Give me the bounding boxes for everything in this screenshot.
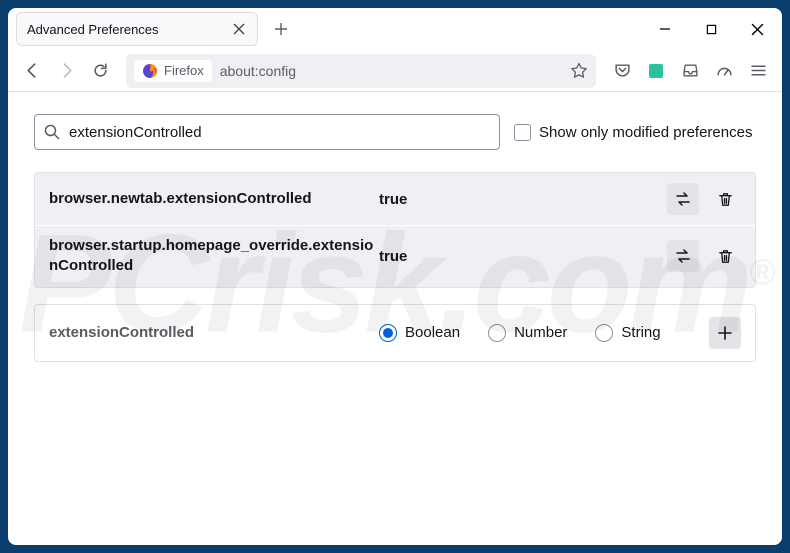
search-icon	[43, 123, 61, 141]
inbox-icon[interactable]	[674, 55, 706, 87]
add-preference-button[interactable]	[709, 317, 741, 349]
titlebar: Advanced Preferences	[8, 8, 782, 50]
extension-icon[interactable]	[640, 55, 672, 87]
type-radios: Boolean Number String	[379, 324, 709, 342]
new-tab-button[interactable]	[266, 14, 296, 44]
radio-number[interactable]: Number	[488, 324, 567, 342]
toggle-button[interactable]	[667, 183, 699, 215]
checkbox-icon	[514, 124, 531, 141]
radio-boolean[interactable]: Boolean	[379, 324, 460, 342]
preference-list: browser.newtab.extensionControlled true …	[34, 172, 756, 288]
pocket-icon[interactable]	[606, 55, 638, 87]
row-actions	[667, 240, 741, 272]
page-content: Show only modified preferences browser.n…	[8, 92, 782, 545]
new-preference-name: extensionControlled	[49, 324, 379, 341]
reload-button[interactable]	[84, 55, 116, 87]
forward-button[interactable]	[50, 55, 82, 87]
firefox-logo-icon	[142, 63, 158, 79]
window-controls	[642, 10, 780, 48]
radio-label: Boolean	[405, 324, 460, 341]
gauge-icon[interactable]	[708, 55, 740, 87]
address-bar[interactable]: Firefox about:config	[126, 54, 596, 88]
firefox-chip-label: Firefox	[164, 63, 204, 78]
search-box	[34, 114, 500, 150]
preference-value: true	[379, 248, 667, 265]
search-row: Show only modified preferences	[34, 114, 756, 150]
radio-icon	[488, 324, 506, 342]
browser-tab[interactable]: Advanced Preferences	[16, 12, 258, 46]
close-tab-icon[interactable]	[231, 21, 247, 37]
toolbar: Firefox about:config	[8, 50, 782, 92]
preference-name: browser.startup.homepage_override.extens…	[49, 236, 379, 277]
show-modified-label: Show only modified preferences	[539, 124, 752, 141]
url-text: about:config	[220, 63, 570, 79]
delete-button[interactable]	[709, 240, 741, 272]
toggle-button[interactable]	[667, 240, 699, 272]
radio-label: Number	[514, 324, 567, 341]
radio-string[interactable]: String	[595, 324, 660, 342]
preference-name: browser.newtab.extensionControlled	[49, 189, 379, 209]
show-modified-toggle[interactable]: Show only modified preferences	[514, 124, 752, 141]
preference-row: browser.newtab.extensionControlled true	[35, 173, 755, 226]
maximize-button[interactable]	[688, 10, 734, 48]
firefox-chip: Firefox	[134, 60, 212, 82]
tab-title: Advanced Preferences	[27, 22, 231, 37]
delete-button[interactable]	[709, 183, 741, 215]
radio-icon	[595, 324, 613, 342]
preference-value: true	[379, 191, 667, 208]
window: Advanced Preferences Firefox about:confi…	[8, 8, 782, 545]
new-preference-row: extensionControlled Boolean Number Strin…	[34, 304, 756, 362]
menu-button[interactable]	[742, 55, 774, 87]
radio-icon	[379, 324, 397, 342]
minimize-button[interactable]	[642, 10, 688, 48]
radio-label: String	[621, 324, 660, 341]
row-actions	[667, 183, 741, 215]
preference-row: browser.startup.homepage_override.extens…	[35, 226, 755, 287]
close-window-button[interactable]	[734, 10, 780, 48]
search-input[interactable]	[34, 114, 500, 150]
bookmark-star-icon[interactable]	[570, 62, 588, 80]
back-button[interactable]	[16, 55, 48, 87]
